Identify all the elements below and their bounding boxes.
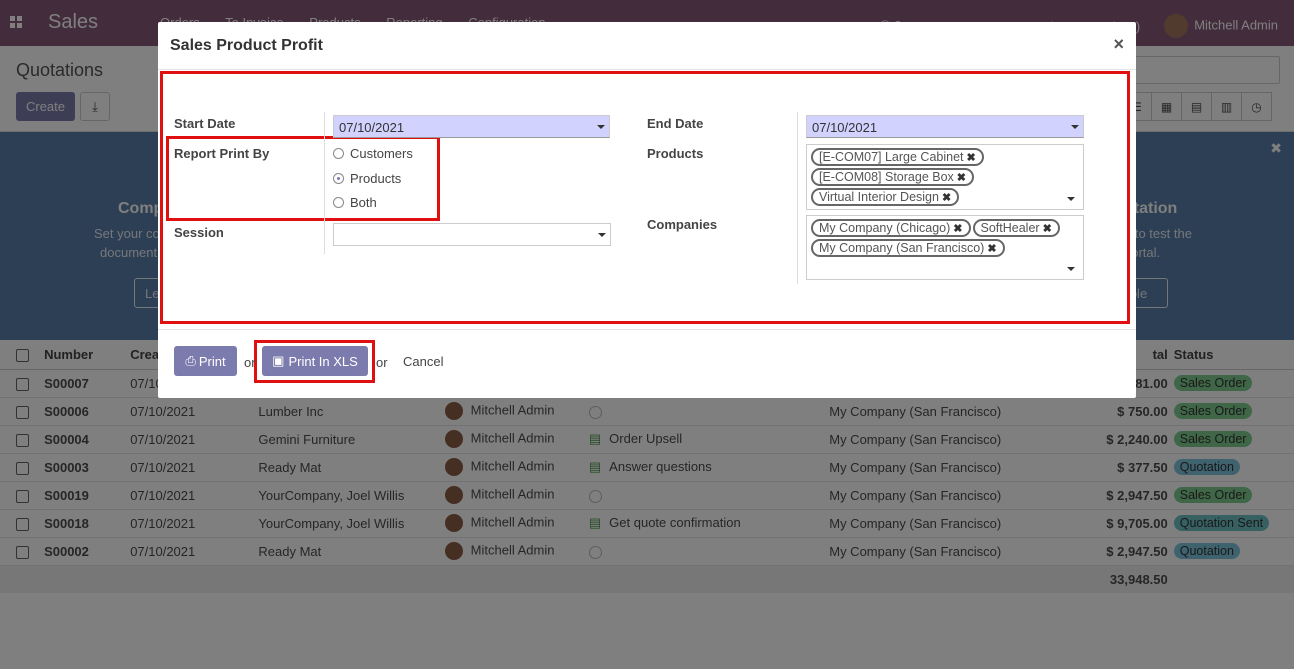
print-xls-button-label: Print In XLS — [288, 353, 358, 369]
products-label: Products — [647, 146, 704, 161]
product-tag-label: [E-COM07] Large Cabinet — [819, 150, 964, 164]
product-tag: [E-COM08] Storage Box ✖ — [811, 168, 974, 186]
product-tag-label: [E-COM08] Storage Box — [819, 170, 954, 184]
tag-remove-icon[interactable]: ✖ — [953, 223, 962, 235]
companies-label: Companies — [647, 217, 718, 232]
tag-remove-icon[interactable]: ✖ — [942, 192, 951, 204]
chevron-down-icon — [1071, 125, 1079, 129]
radio-products[interactable]: Products — [333, 171, 401, 186]
or-text: or — [244, 355, 256, 370]
products-tags-input[interactable]: [E-COM07] Large Cabinet ✖ [E-COM08] Stora… — [806, 144, 1084, 210]
close-icon[interactable]: × — [1113, 34, 1124, 55]
print-xls-button[interactable]: ▣ Print In XLS — [262, 346, 368, 376]
tag-remove-icon[interactable]: ✖ — [987, 243, 996, 255]
company-tag: My Company (San Francisco) ✖ — [811, 239, 1005, 257]
company-tag: SoftHealer ✖ — [972, 219, 1060, 237]
chevron-down-icon — [1067, 197, 1075, 201]
or-text: or — [376, 355, 388, 370]
report-print-by-label: Report Print By — [174, 146, 270, 161]
company-tag-label: My Company (San Francisco) — [819, 241, 985, 255]
radio-customers-dot[interactable] — [333, 148, 344, 159]
print-button[interactable]: ⎙ Print — [174, 346, 237, 376]
dialog-header: Sales Product Profit × — [158, 22, 1136, 70]
sales-product-profit-dialog: Sales Product Profit × Start Date 07/10/… — [158, 22, 1136, 398]
product-tag: [E-COM07] Large Cabinet ✖ — [811, 148, 984, 166]
chevron-down-icon — [1067, 267, 1075, 271]
right-divider — [797, 112, 798, 284]
company-tag-label: SoftHealer — [980, 221, 1040, 235]
start-date-label: Start Date — [174, 116, 236, 131]
radio-products-label: Products — [350, 171, 402, 186]
session-select[interactable] — [333, 223, 611, 246]
tag-remove-icon[interactable]: ✖ — [1043, 223, 1052, 235]
start-date-value: 07/10/2021 — [339, 120, 405, 135]
end-date-value: 07/10/2021 — [812, 120, 878, 135]
product-tag-label: Virtual Interior Design — [819, 190, 939, 204]
radio-both[interactable]: Both — [333, 195, 377, 210]
end-date-label: End Date — [647, 116, 704, 131]
print-icon: ⎙ — [185, 353, 196, 368]
radio-customers[interactable]: Customers — [333, 146, 413, 161]
print-button-label: Print — [198, 353, 226, 369]
tag-remove-icon[interactable]: ✖ — [957, 172, 966, 184]
product-tag: Virtual Interior Design ✖ — [811, 188, 960, 206]
chevron-down-icon — [597, 125, 605, 129]
left-divider — [324, 112, 325, 254]
file-excel-icon: ▣ — [272, 353, 285, 368]
radio-products-dot[interactable] — [333, 173, 344, 184]
radio-customers-label: Customers — [350, 146, 413, 161]
companies-tags-input[interactable]: My Company (Chicago) ✖ SoftHealer ✖ My Comp… — [806, 215, 1084, 280]
end-date-input[interactable]: 07/10/2021 — [806, 115, 1084, 138]
cancel-button[interactable]: Cancel — [403, 354, 443, 369]
company-tag: My Company (Chicago) ✖ — [811, 219, 971, 237]
session-label: Session — [174, 225, 224, 240]
start-date-input[interactable]: 07/10/2021 — [333, 115, 610, 138]
dialog-title: Sales Product Profit — [170, 37, 323, 54]
radio-both-label: Both — [350, 195, 377, 210]
radio-both-dot[interactable] — [333, 197, 344, 208]
company-tag-label: My Company (Chicago) — [819, 221, 951, 235]
chevron-down-icon — [598, 233, 606, 237]
tag-remove-icon[interactable]: ✖ — [967, 152, 976, 164]
dialog-footer-divider — [158, 329, 1136, 330]
